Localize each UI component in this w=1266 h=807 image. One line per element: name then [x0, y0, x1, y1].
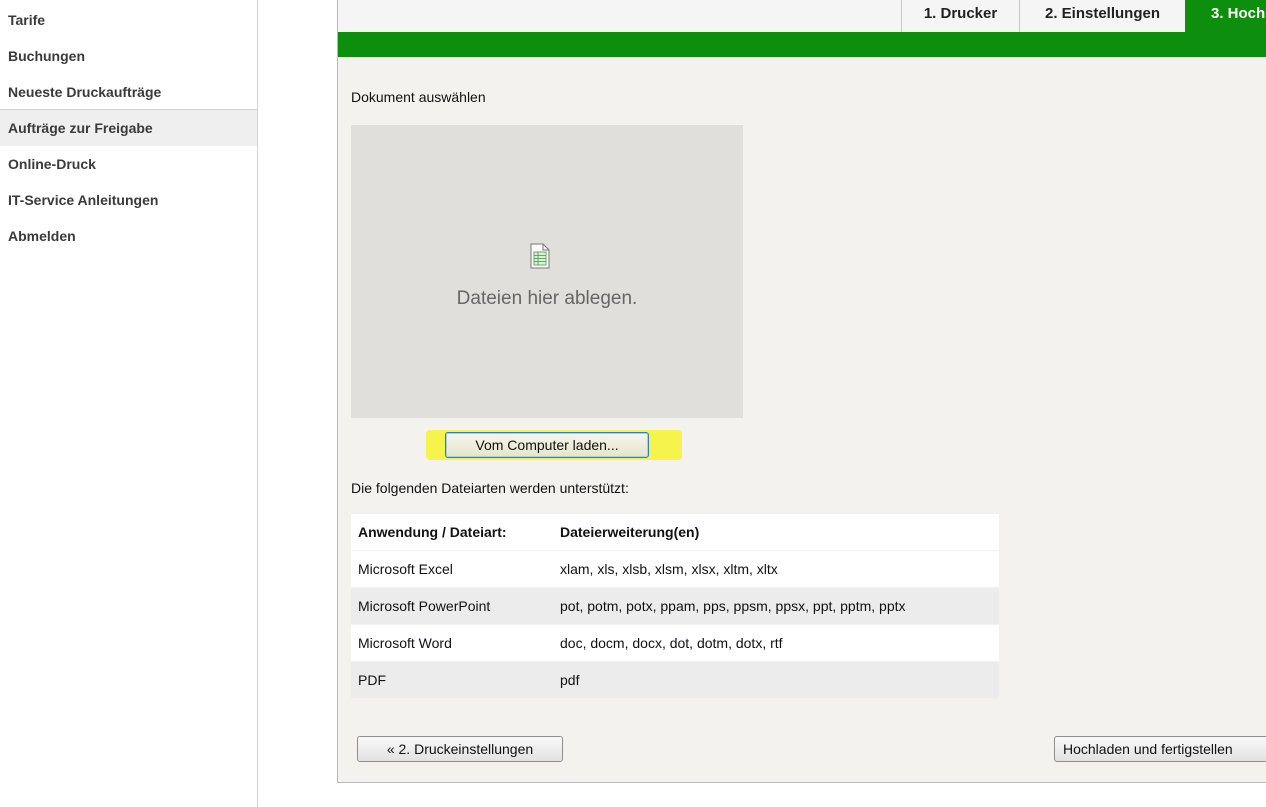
table-cell-application: PDF	[351, 661, 553, 699]
supported-types-label: Die folgenden Dateiarten werden unterstü…	[351, 480, 629, 496]
document-icon	[530, 243, 550, 269]
sidebar-item-auftraege-zur-freigabe[interactable]: Aufträge zur Freigabe	[0, 110, 257, 146]
wizard-progress-bar	[338, 32, 1266, 57]
drop-zone-text: Dateien hier ablegen.	[456, 288, 638, 309]
table-cell-extensions: pdf	[553, 661, 999, 699]
tab-einstellungen[interactable]: 2. Einstellungen	[1019, 0, 1185, 32]
tab-hochladen[interactable]: 3. Hoch	[1185, 0, 1266, 32]
table-cell-extensions: doc, docm, docx, dot, dotm, dotx, rtf	[553, 624, 999, 662]
sidebar-nav: Tarife Buchungen Neueste Druckaufträge A…	[0, 0, 258, 807]
table-row: Microsoft PowerPoint pot, potm, potx, pp…	[351, 587, 999, 625]
table-cell-extensions: xlam, xls, xlsb, xlsm, xlsx, xltm, xltx	[553, 550, 999, 588]
back-to-print-settings-button[interactable]: « 2. Druckeinstellungen	[357, 736, 563, 762]
sidebar-item-it-service-anleitungen[interactable]: IT-Service Anleitungen	[0, 182, 257, 218]
sidebar-item-tarife[interactable]: Tarife	[0, 2, 257, 38]
column-header-extensions: Dateierweiterung(en)	[553, 514, 999, 551]
table-row: Microsoft Excel xlam, xls, xlsb, xlsm, x…	[351, 550, 999, 588]
sidebar-item-neueste-druckauftraege[interactable]: Neueste Druckaufträge	[0, 74, 257, 110]
table-cell-application: Microsoft PowerPoint	[351, 587, 553, 625]
supported-file-types-table: Anwendung / Dateiart: Dateierweiterung(e…	[351, 514, 999, 699]
section-label: Dokument auswählen	[351, 89, 486, 105]
table-row: Microsoft Word doc, docm, docx, dot, dot…	[351, 624, 999, 662]
table-cell-application: Microsoft Excel	[351, 550, 553, 588]
table-cell-application: Microsoft Word	[351, 624, 553, 662]
column-header-application: Anwendung / Dateiart:	[351, 514, 553, 551]
file-drop-zone[interactable]: Dateien hier ablegen.	[351, 125, 743, 418]
table-header-row: Anwendung / Dateiart: Dateierweiterung(e…	[351, 514, 999, 551]
table-row: PDF pdf	[351, 661, 999, 699]
wizard-tabbar: 1. Drucker 2. Einstellungen 3. Hoch	[338, 0, 1266, 33]
online-print-panel: 1. Drucker 2. Einstellungen 3. Hoch Doku…	[337, 0, 1266, 783]
tab-drucker[interactable]: 1. Drucker	[901, 0, 1019, 32]
sidebar-item-abmelden[interactable]: Abmelden	[0, 218, 257, 254]
upload-from-computer-button[interactable]: Vom Computer laden...	[445, 432, 649, 458]
table-cell-extensions: pot, potm, potx, ppam, pps, ppsm, ppsx, …	[553, 587, 999, 625]
sidebar-item-online-druck[interactable]: Online-Druck	[0, 146, 257, 182]
upload-and-finish-button[interactable]: Hochladen und fertigstellen	[1054, 736, 1266, 762]
sidebar-item-buchungen[interactable]: Buchungen	[0, 38, 257, 74]
